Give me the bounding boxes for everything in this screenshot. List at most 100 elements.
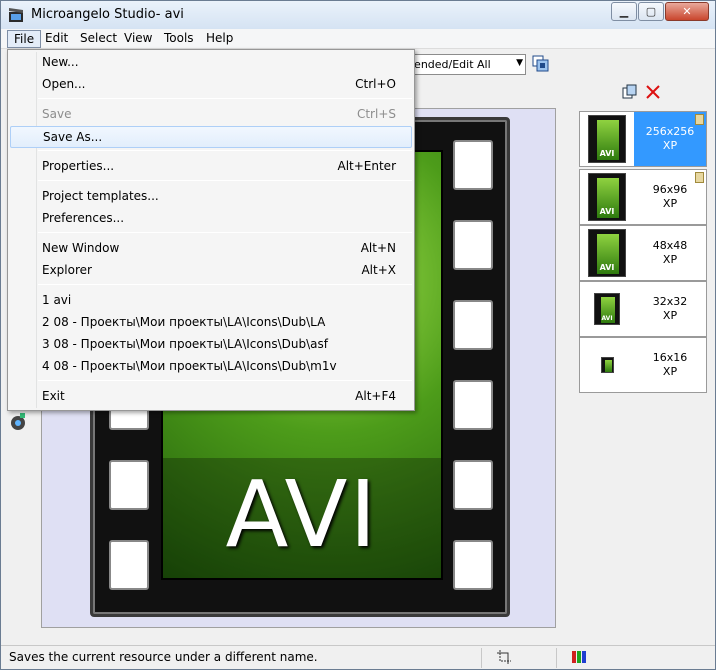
menu-separator — [38, 380, 412, 381]
copy-frame-icon[interactable] — [621, 83, 639, 101]
menu-item-label: 3 08 - Проекты\Мои проекты\LA\Icons\Dub\… — [42, 337, 328, 351]
menu-item-shortcut: Alt+N — [360, 241, 396, 255]
size-text: 32x32 — [652, 295, 688, 308]
film-thumb-icon: AVI — [588, 115, 626, 163]
color-bars-icon — [571, 649, 589, 667]
thumb-256: AVI — [580, 112, 634, 166]
film-thumb-icon: AVI — [588, 229, 626, 277]
menu-item-label: Project templates... — [42, 189, 159, 203]
menu-file[interactable]: File — [7, 30, 42, 48]
size-label: 32x32 XP — [634, 282, 706, 336]
menu-item-shortcut: Alt+F4 — [355, 389, 396, 403]
menu-separator — [38, 284, 412, 285]
edit-badge-icon — [695, 114, 704, 125]
menu-item-label: Open... — [42, 77, 86, 91]
film-thumb-icon: AVI — [594, 293, 620, 325]
status-pane — [556, 648, 636, 668]
menu-item-label: Explorer — [42, 263, 92, 277]
menu-select[interactable]: Select — [74, 30, 123, 48]
size-label: 16x16 XP — [634, 338, 706, 392]
menu-bar: File Edit Select View Tools Help — [1, 29, 715, 49]
menu-item-label: Exit — [42, 389, 65, 403]
film-hole — [109, 540, 149, 590]
size-label: 48x48 XP — [634, 226, 706, 280]
menu-item-save-as[interactable]: Save As... — [10, 126, 412, 148]
menu-item-shortcut: Alt+X — [361, 263, 396, 277]
menu-item-explorer[interactable]: Explorer Alt+X — [10, 260, 412, 282]
chevron-down-icon: ▼ — [516, 58, 523, 68]
size-text: 48x48 — [652, 239, 688, 252]
menu-item-recent-2[interactable]: 2 08 - Проекты\Мои проекты\LA\Icons\Dub\… — [10, 312, 412, 334]
menu-help[interactable]: Help — [200, 30, 239, 48]
edit-mode-value: lended/Edit All — [411, 58, 491, 71]
delete-frame-icon[interactable] — [644, 83, 662, 101]
size-item-16[interactable]: 16x16 XP — [579, 337, 707, 393]
status-text: Saves the current resource under a diffe… — [9, 650, 318, 664]
title-bar[interactable]: Microangelo Studio- avi ▁ ▢ ✕ — [1, 1, 715, 29]
menu-item-new[interactable]: New... — [10, 52, 412, 74]
menu-separator — [38, 150, 412, 151]
size-item-32[interactable]: AVI 32x32 XP — [579, 281, 707, 337]
edit-badge-icon — [695, 172, 704, 183]
menu-separator — [38, 180, 412, 181]
menu-item-exit[interactable]: Exit Alt+F4 — [10, 386, 412, 408]
film-hole — [453, 460, 493, 510]
app-clapper-icon — [7, 6, 25, 24]
menu-item-label: Save As... — [43, 130, 103, 144]
menu-item-label: New Window — [42, 241, 120, 255]
format-text: XP — [662, 139, 678, 152]
file-menu-dropdown: New... Open... Ctrl+O Save Ctrl+S Save A… — [7, 49, 415, 411]
menu-separator — [38, 98, 412, 99]
minimize-button[interactable]: ▁ — [611, 2, 637, 21]
menu-item-new-window[interactable]: New Window Alt+N — [10, 238, 412, 260]
maximize-button[interactable]: ▢ — [638, 2, 664, 21]
color-wheel-icon[interactable] — [9, 413, 27, 431]
minimize-icon: ▁ — [619, 5, 629, 18]
menu-item-shortcut: Ctrl+O — [355, 77, 396, 91]
menu-item-label: Preferences... — [42, 211, 125, 225]
format-text: XP — [662, 365, 678, 378]
menu-item-properties[interactable]: Properties... Alt+Enter — [10, 156, 412, 178]
frames-icon[interactable] — [532, 55, 550, 73]
menu-item-label: 2 08 - Проекты\Мои проекты\LA\Icons\Dub\… — [42, 315, 326, 329]
film-hole — [453, 220, 493, 270]
window-title: Microangelo Studio- avi — [31, 7, 184, 22]
film-hole — [453, 380, 493, 430]
menu-item-save[interactable]: Save Ctrl+S — [10, 104, 412, 126]
thumb-32: AVI — [580, 282, 634, 336]
menu-item-recent-1[interactable]: 1 avi — [10, 290, 412, 312]
edit-mode-combo[interactable]: lended/Edit All ▼ — [406, 54, 526, 75]
menu-item-open[interactable]: Open... Ctrl+O — [10, 74, 412, 96]
thumb-96: AVI — [580, 170, 634, 224]
avi-label: AVI — [225, 461, 379, 568]
menu-item-label: New... — [42, 55, 79, 69]
thumb-16 — [580, 338, 634, 392]
format-text: XP — [662, 253, 678, 266]
menu-view[interactable]: View — [118, 30, 158, 48]
menu-edit[interactable]: Edit — [39, 30, 74, 48]
size-item-256[interactable]: AVI 256x256 XP — [579, 111, 707, 167]
film-hole — [453, 300, 493, 350]
close-button[interactable]: ✕ — [665, 2, 709, 21]
crop-icon — [496, 649, 514, 667]
film-thumb-icon: AVI — [588, 173, 626, 221]
size-item-96[interactable]: AVI 96x96 XP — [579, 169, 707, 225]
menu-item-shortcut: Ctrl+S — [356, 107, 396, 121]
app-window: Microangelo Studio- avi ▁ ▢ ✕ File Edit … — [0, 0, 716, 670]
size-item-48[interactable]: AVI 48x48 XP — [579, 225, 707, 281]
menu-tools[interactable]: Tools — [158, 30, 200, 48]
format-text: XP — [662, 197, 678, 210]
menu-item-label: Properties... — [42, 159, 115, 173]
menu-item-recent-4[interactable]: 4 08 - Проекты\Мои проекты\LA\Icons\Dub\… — [10, 356, 412, 378]
film-thumb-icon — [600, 357, 614, 373]
film-hole — [109, 460, 149, 510]
film-hole — [453, 540, 493, 590]
thumb-48: AVI — [580, 226, 634, 280]
menu-item-project-templates[interactable]: Project templates... — [10, 186, 412, 208]
menu-item-label: 4 08 - Проекты\Мои проекты\LA\Icons\Dub\… — [42, 359, 337, 373]
menu-item-recent-3[interactable]: 3 08 - Проекты\Мои проекты\LA\Icons\Dub\… — [10, 334, 412, 356]
size-text: 256x256 — [645, 125, 695, 138]
menu-item-preferences[interactable]: Preferences... — [10, 208, 412, 230]
format-text: XP — [662, 309, 678, 322]
menu-item-shortcut: Alt+Enter — [337, 159, 396, 173]
